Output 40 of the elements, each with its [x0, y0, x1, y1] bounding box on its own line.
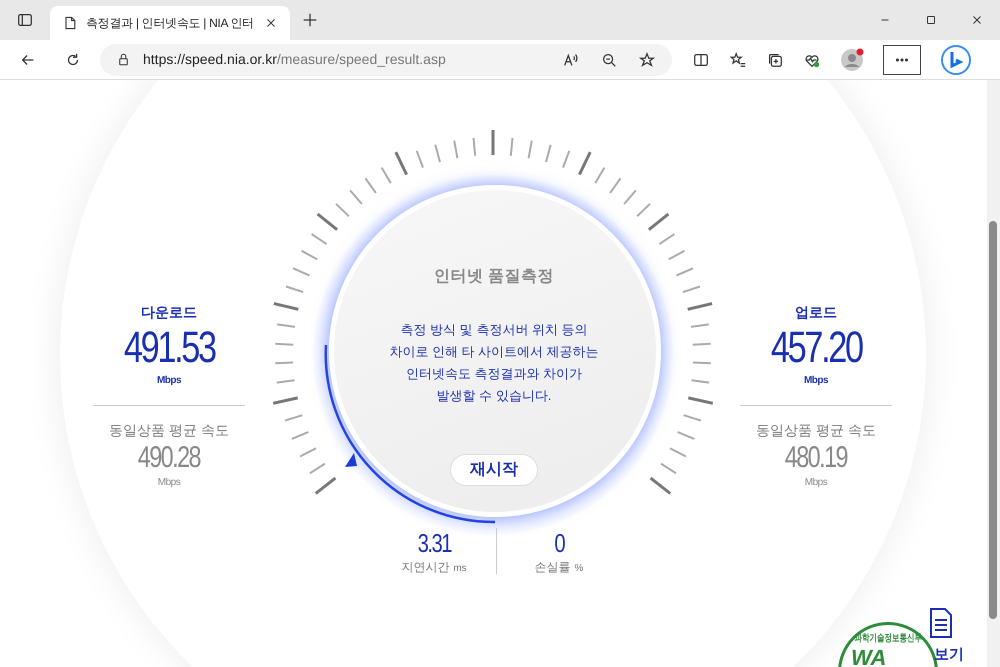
stat-value: 0: [554, 528, 564, 558]
gauge-title: 인터넷 품질측정: [434, 267, 554, 287]
browser-tab[interactable]: 측정결과 | 인터넷속도 | NIA 인터: [50, 6, 290, 40]
tab-actions-icon[interactable]: [16, 11, 34, 29]
stat-label: 손실률: [534, 559, 571, 576]
unit-text: Mbps: [804, 374, 828, 388]
profile-avatar-icon[interactable]: [840, 48, 864, 72]
document-icon[interactable]: [928, 607, 954, 639]
scrollbar-thumb[interactable]: [989, 221, 997, 619]
metric-value: 457.20: [770, 323, 862, 373]
favorites-list-icon[interactable]: [729, 50, 747, 68]
average-value: 490.28: [138, 441, 200, 475]
metric-label: 업로드: [795, 303, 837, 322]
new-tab-icon[interactable]: [301, 11, 319, 29]
badge-mark: WA: [851, 646, 886, 667]
address-field[interactable]: https://speed.nia.or.kr/measure/speed_result.asp: [100, 44, 672, 76]
notice-text: 측정 방식 및 측정서버 위치 등의 차이로 인해 타 사이트에서 제공하는 인터넷속도 측정결과와 차이가 발생할 수 있습니다.: [388, 321, 600, 405]
url-text: https://speed.nia.or.kr/measure/speed_result.asp: [143, 50, 446, 69]
unit-text: Mbps: [804, 476, 828, 490]
average-label: 동일상품 평균 속도: [756, 421, 876, 440]
stat-label: 지연시간: [401, 559, 450, 576]
maximize-icon[interactable]: [924, 13, 938, 27]
stat-value: 3.31: [417, 528, 451, 558]
copilot-icon[interactable]: [940, 44, 972, 76]
unit-text: Mbps: [156, 374, 182, 388]
lock-icon[interactable]: [116, 52, 131, 67]
restart-button[interactable]: 재시작: [450, 454, 538, 486]
metric-label: 다운로드: [141, 303, 197, 322]
needle-marker-icon: [343, 452, 359, 468]
unit-text: Mbps: [158, 476, 180, 490]
tab-title: 측정결과 | 인터넷속도 | NIA 인터: [86, 15, 255, 32]
unit-text: ms: [453, 562, 467, 576]
favorite-icon[interactable]: [638, 50, 656, 68]
average-label: 동일상품 평균 속도: [109, 421, 229, 440]
average-value: 480.19: [784, 441, 848, 475]
badge-caption: 과학기술정보통신부: [854, 632, 922, 646]
metric-value: 491.53: [124, 323, 214, 373]
more-button[interactable]: [883, 44, 921, 74]
view-link[interactable]: 보기: [934, 644, 964, 666]
unit-text: %: [574, 562, 584, 576]
